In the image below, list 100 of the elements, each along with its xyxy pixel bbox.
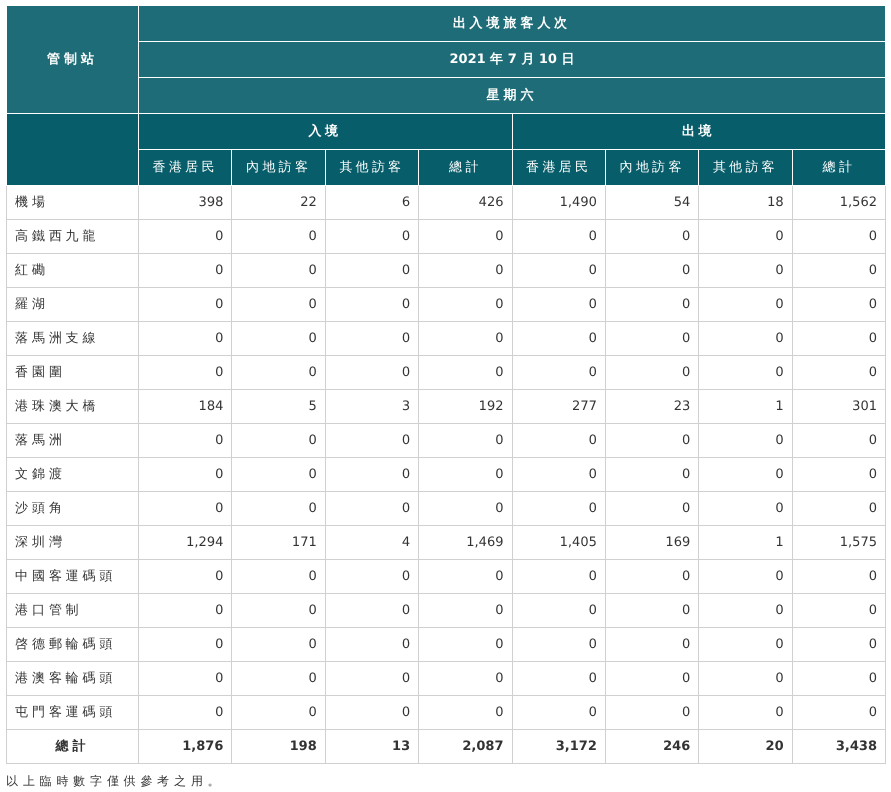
table-cell: 0 bbox=[512, 458, 606, 492]
table-cell: 0 bbox=[512, 424, 606, 458]
table-cell: 18 bbox=[698, 186, 792, 220]
table-cell: 0 bbox=[605, 492, 699, 526]
table-cell: 1,490 bbox=[512, 186, 606, 220]
table-cell: 0 bbox=[325, 356, 419, 390]
table-cell: 0 bbox=[605, 696, 699, 730]
station-cell: 屯門客運碼頭 bbox=[6, 696, 138, 730]
footnote: 以上臨時數字僅供參考之用。 bbox=[6, 773, 226, 790]
table-cell: 0 bbox=[138, 594, 232, 628]
station-cell: 沙頭角 bbox=[6, 492, 138, 526]
table-cell: 54 bbox=[605, 186, 699, 220]
table-cell: 0 bbox=[138, 288, 232, 322]
table-cell: 0 bbox=[698, 288, 792, 322]
table-cell: 0 bbox=[325, 492, 419, 526]
table-cell: 0 bbox=[698, 220, 792, 254]
table-cell: 0 bbox=[138, 560, 232, 594]
column-header: 內地訪客 bbox=[232, 150, 326, 186]
table-cell: 0 bbox=[418, 560, 512, 594]
table-cell: 0 bbox=[792, 288, 886, 322]
column-header: 總計 bbox=[418, 150, 512, 186]
table-cell: 277 bbox=[512, 390, 606, 424]
table-cell: 0 bbox=[698, 458, 792, 492]
table-cell: 0 bbox=[605, 424, 699, 458]
table-cell: 0 bbox=[605, 628, 699, 662]
table-cell: 0 bbox=[325, 458, 419, 492]
column-header: 香港居民 bbox=[512, 150, 606, 186]
table-cell: 192 bbox=[418, 390, 512, 424]
table-cell: 6 bbox=[325, 186, 419, 220]
table-cell: 184 bbox=[138, 390, 232, 424]
table-cell: 0 bbox=[698, 662, 792, 696]
table-cell: 0 bbox=[232, 220, 326, 254]
table-cell: 0 bbox=[512, 492, 606, 526]
table-cell: 426 bbox=[418, 186, 512, 220]
table-cell: 0 bbox=[325, 662, 419, 696]
total-cell: 2,087 bbox=[418, 730, 512, 764]
table-cell: 398 bbox=[138, 186, 232, 220]
table-cell: 4 bbox=[325, 526, 419, 560]
table-cell: 0 bbox=[512, 560, 606, 594]
table-cell: 169 bbox=[605, 526, 699, 560]
table-cell: 3 bbox=[325, 390, 419, 424]
total-cell: 13 bbox=[325, 730, 419, 764]
table-cell: 0 bbox=[138, 662, 232, 696]
table-cell: 0 bbox=[232, 288, 326, 322]
station-cell: 落馬洲 bbox=[6, 424, 138, 458]
total-cell: 246 bbox=[605, 730, 699, 764]
table-cell: 0 bbox=[418, 322, 512, 356]
station-cell: 中國客運碼頭 bbox=[6, 560, 138, 594]
table-cell: 0 bbox=[138, 220, 232, 254]
table-cell: 0 bbox=[792, 424, 886, 458]
table-cell: 0 bbox=[418, 458, 512, 492]
table-cell: 1 bbox=[698, 526, 792, 560]
station-cell: 機場 bbox=[6, 186, 138, 220]
station-cell: 高鐵西九龍 bbox=[6, 220, 138, 254]
table-cell: 0 bbox=[325, 628, 419, 662]
table-cell: 0 bbox=[605, 594, 699, 628]
table-cell: 0 bbox=[792, 662, 886, 696]
table-cell: 0 bbox=[325, 594, 419, 628]
table-cell: 0 bbox=[512, 662, 606, 696]
table-cell: 0 bbox=[512, 356, 606, 390]
table-cell: 0 bbox=[605, 356, 699, 390]
table-cell: 0 bbox=[605, 458, 699, 492]
table-cell: 0 bbox=[232, 628, 326, 662]
table-cell: 1,575 bbox=[792, 526, 886, 560]
table-cell: 0 bbox=[232, 662, 326, 696]
table-cell: 0 bbox=[418, 356, 512, 390]
table-cell: 0 bbox=[698, 322, 792, 356]
table-cell: 0 bbox=[792, 254, 886, 288]
table-cell: 0 bbox=[138, 696, 232, 730]
column-header: 其他訪客 bbox=[325, 150, 419, 186]
total-cell: 1,876 bbox=[138, 730, 232, 764]
table-cell: 0 bbox=[232, 492, 326, 526]
table-cell: 0 bbox=[605, 662, 699, 696]
table-cell: 0 bbox=[138, 458, 232, 492]
table-cell: 301 bbox=[792, 390, 886, 424]
table-cell: 0 bbox=[792, 322, 886, 356]
table-cell: 0 bbox=[512, 254, 606, 288]
table-cell: 0 bbox=[792, 356, 886, 390]
table-cell: 0 bbox=[325, 696, 419, 730]
table-cell: 1,294 bbox=[138, 526, 232, 560]
table-cell: 0 bbox=[418, 594, 512, 628]
table-cell: 0 bbox=[418, 696, 512, 730]
table-cell: 0 bbox=[418, 254, 512, 288]
table-cell: 0 bbox=[698, 594, 792, 628]
table-cell: 1,469 bbox=[418, 526, 512, 560]
table-cell: 1,405 bbox=[512, 526, 606, 560]
table-cell: 0 bbox=[698, 424, 792, 458]
station-cell: 港口管制 bbox=[6, 594, 138, 628]
table-cell: 0 bbox=[605, 254, 699, 288]
table-cell: 0 bbox=[418, 628, 512, 662]
table-cell: 0 bbox=[792, 220, 886, 254]
station-cell: 深圳灣 bbox=[6, 526, 138, 560]
table-cell: 0 bbox=[138, 492, 232, 526]
table-cell: 0 bbox=[325, 220, 419, 254]
table-cell: 0 bbox=[418, 492, 512, 526]
station-cell: 香園圍 bbox=[6, 356, 138, 390]
column-header: 其他訪客 bbox=[698, 150, 792, 186]
table-cell: 1,562 bbox=[792, 186, 886, 220]
table-cell: 22 bbox=[232, 186, 326, 220]
table-cell: 0 bbox=[325, 560, 419, 594]
